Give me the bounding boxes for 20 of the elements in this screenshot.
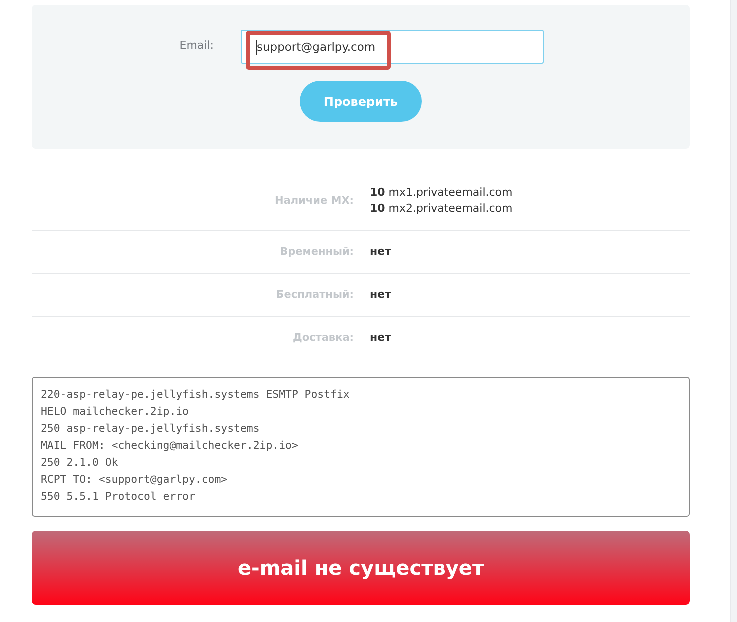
verdict-text: e-mail не существует	[238, 556, 484, 580]
result-value: нет	[370, 244, 392, 260]
log-line: 550 5.5.1 Protocol error	[41, 489, 196, 505]
log-line: 250 2.1.0 Ok	[41, 455, 118, 471]
result-label: Бесплатный:	[276, 289, 354, 301]
result-label: Временный:	[280, 246, 354, 258]
log-line: MAIL FROM: <checking@mailchecker.2ip.io>	[41, 438, 298, 454]
result-label: Доставка:	[292, 332, 354, 344]
email-field[interactable]: support@garlpy.com	[241, 30, 544, 64]
email-label: Email:	[180, 39, 214, 52]
text-caret-icon	[256, 40, 257, 54]
log-line: 220-asp-relay-pe.jellyfish.systems ESMTP Postfix	[41, 387, 350, 403]
result-label: Наличие MX:	[274, 195, 354, 207]
log-line: HELO mailchecker.2ip.io	[41, 404, 189, 420]
result-value: нет	[370, 287, 392, 303]
log-line: RCPT TO: <support@garlpy.com>	[41, 472, 228, 488]
result-value: 10 mx1.privateemail.com	[370, 185, 513, 201]
log-line: 250 asp-relay-pe.jellyfish.systems	[41, 421, 260, 437]
result-value: нет	[370, 330, 392, 346]
result-value: 10 mx2.privateemail.com	[370, 201, 513, 217]
